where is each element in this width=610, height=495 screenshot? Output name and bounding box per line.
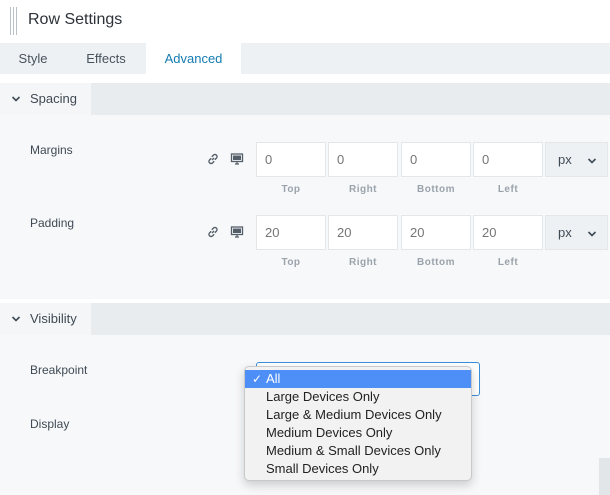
- margin-unit-select[interactable]: px: [545, 142, 608, 177]
- scrollbar[interactable]: [599, 458, 610, 495]
- padding-bottom-input[interactable]: [401, 215, 471, 250]
- display-label: Display: [30, 417, 70, 431]
- breakpoint-option-all[interactable]: ✓ All: [245, 370, 471, 388]
- tab-style[interactable]: Style: [0, 43, 66, 74]
- chevron-down-icon: [11, 96, 21, 102]
- spacing-section-bar: Spacing: [0, 83, 610, 115]
- visibility-section-toggle[interactable]: Visibility: [0, 303, 91, 335]
- desktop-icon[interactable]: [230, 225, 244, 239]
- padding-bottom-field[interactable]: [410, 225, 470, 240]
- padding-label: Padding: [30, 216, 75, 230]
- margin-top-caption: Top: [281, 184, 301, 195]
- padding-right-caption: Right: [348, 257, 378, 268]
- padding-right-field[interactable]: [337, 225, 397, 240]
- tab-effects[interactable]: Effects: [66, 43, 146, 74]
- padding-top-input[interactable]: [256, 215, 326, 250]
- breakpoint-option-large-medium[interactable]: Large & Medium Devices Only: [245, 406, 471, 424]
- breakpoint-label: Breakpoint: [30, 363, 88, 377]
- link-icon[interactable]: [206, 225, 220, 239]
- drag-handle-icon[interactable]: [10, 7, 18, 35]
- option-label: All: [266, 371, 281, 386]
- chevron-down-icon: [587, 158, 597, 164]
- visibility-section-title: Visibility: [30, 311, 77, 326]
- margin-left-input[interactable]: [473, 142, 543, 177]
- padding-left-field[interactable]: [482, 225, 542, 240]
- margin-top-input[interactable]: [256, 142, 326, 177]
- spacing-section-title: Spacing: [30, 91, 77, 106]
- margin-bottom-caption: Bottom: [417, 184, 455, 195]
- spacing-section-toggle[interactable]: Spacing: [0, 83, 91, 115]
- chevron-down-icon: [587, 231, 597, 237]
- breakpoint-option-small[interactable]: Small Devices Only: [245, 460, 471, 478]
- breakpoint-option-large[interactable]: Large Devices Only: [245, 388, 471, 406]
- margin-right-field[interactable]: [337, 152, 397, 167]
- panel-header: Row Settings: [0, 0, 610, 43]
- visibility-section-bar: Visibility: [0, 303, 610, 335]
- padding-top-caption: Top: [281, 257, 301, 268]
- link-icon[interactable]: [206, 152, 220, 166]
- margin-right-caption: Right: [348, 184, 378, 195]
- padding-unit-value: px: [558, 225, 572, 240]
- padding-bottom-caption: Bottom: [417, 257, 455, 268]
- margin-unit-value: px: [558, 152, 572, 167]
- desktop-icon[interactable]: [230, 152, 244, 166]
- breakpoint-option-medium[interactable]: Medium Devices Only: [245, 424, 471, 442]
- padding-top-field[interactable]: [265, 225, 325, 240]
- margin-left-caption: Left: [497, 184, 519, 195]
- margin-bottom-input[interactable]: [401, 142, 471, 177]
- margins-label: Margins: [30, 143, 73, 157]
- padding-left-input[interactable]: [473, 215, 543, 250]
- tab-bar: Style Effects Advanced: [0, 43, 610, 74]
- margin-bottom-field[interactable]: [410, 152, 470, 167]
- margin-right-input[interactable]: [328, 142, 398, 177]
- margin-left-field[interactable]: [482, 152, 542, 167]
- padding-unit-select[interactable]: px: [545, 215, 608, 250]
- padding-left-caption: Left: [497, 257, 519, 268]
- padding-right-input[interactable]: [328, 215, 398, 250]
- chevron-down-icon: [11, 316, 21, 322]
- checkmark-icon: ✓: [252, 372, 263, 386]
- tab-advanced[interactable]: Advanced: [146, 43, 241, 74]
- breakpoint-dropdown-menu: ✓ All Large Devices Only Large & Medium …: [244, 366, 472, 481]
- panel-title: Row Settings: [28, 11, 123, 28]
- margin-top-field[interactable]: [265, 152, 325, 167]
- breakpoint-option-medium-small[interactable]: Medium & Small Devices Only: [245, 442, 471, 460]
